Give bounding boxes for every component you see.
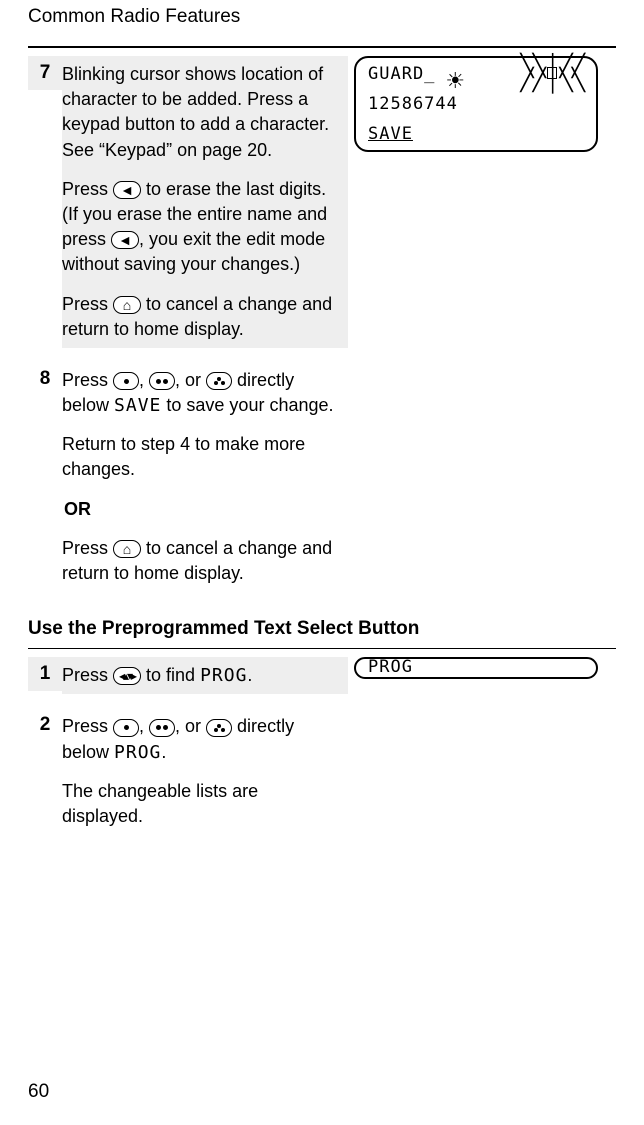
txt: Press [62,538,113,558]
step8-para1: Press , , or directly below SAVE to save… [62,368,344,418]
step-number: 1 [28,657,62,691]
txt: to save your change. [161,395,333,415]
screen-column: PROG [348,657,616,679]
txt-mono: PROG [200,665,247,686]
step-row-7: 7 Blinking cursor shows location of char… [28,48,616,354]
page-number: 60 [28,1081,616,1125]
two-dot-key-icon [149,372,175,390]
txt: . [247,665,252,685]
step-number: 2 [28,708,62,742]
lcd-label: GUARD_ [368,66,435,84]
sub2-para1: Press , , or directly below PROG. [62,714,344,764]
txt: Press [62,370,113,390]
signal-icon: ☀ [445,73,465,77]
step-row-8: 8 Press , , or directly below SAVE to sa… [28,354,616,598]
step-text: Press ◂▴▾▸ to find PROG. [62,657,348,694]
txt: , [139,370,149,390]
substep-row-1: 1 Press ◂▴▾▸ to find PROG. PROG [28,649,616,700]
step-text: Blinking cursor shows location of charac… [62,56,348,348]
txt: . [161,742,166,762]
back-arrow-key-icon: ◄ [111,231,139,249]
two-dot-key-icon [149,719,175,737]
txt-mono: PROG [114,742,161,763]
running-header: Common Radio Features [28,0,616,28]
lcd-label: PROG [368,657,413,677]
step-text: Press , , or directly below PROG. The ch… [62,708,348,835]
lcd-line2: 12586744 [368,94,584,116]
section-title: Use the Preprogrammed Text Select Button [28,598,616,648]
step-text: Press , , or directly below SAVE to save… [62,362,348,592]
back-arrow-key-icon: ◄ [113,181,141,199]
step-number: 7 [28,56,62,90]
lcd-line3: SAVE [368,124,584,146]
step7-para2: Press ◄ to erase the last digits. (If yo… [62,177,344,278]
one-dot-key-icon [113,719,139,737]
step7-para1: Blinking cursor shows location of charac… [62,62,344,163]
three-dot-key-icon [206,372,232,390]
one-dot-key-icon [113,372,139,390]
step8-or: OR [62,497,344,522]
three-dot-key-icon [206,719,232,737]
txt: Press [62,294,113,314]
txt: Press [62,665,113,685]
txt-mono: SAVE [114,395,161,416]
lcd-action: SAVE [368,126,413,144]
page: Common Radio Features 7 Blinking cursor … [0,0,644,1125]
lcd-line1: GUARD_ ☀ ╲╲│╱╱ ╱╱│╲╲ [368,64,584,86]
home-key-icon: ⌂ [113,540,141,558]
step7-para3: Press ⌂ to cancel a change and return to… [62,292,344,342]
nav-key-icon: ◂▴▾▸ [113,667,141,685]
screen-column: GUARD_ ☀ ╲╲│╱╱ ╱╱│╲╲ 12586744 SAVE [348,56,616,152]
step-number: 8 [28,362,62,396]
battery-icon: ╲╲│╱╱ ╱╱│╲╲ [520,65,584,81]
step8-para2: Return to step 4 to make more changes. [62,432,344,482]
txt: Press [62,179,113,199]
sub2-para2: The changeable lists are displayed. [62,779,344,829]
lcd-digits: 12586744 [368,96,458,114]
step8-para3: Press ⌂ to cancel a change and return to… [62,536,344,586]
home-key-icon: ⌂ [113,296,141,314]
txt: Press [62,716,113,736]
lcd-screen: GUARD_ ☀ ╲╲│╱╱ ╱╱│╲╲ 12586744 SAVE [354,56,598,152]
substep-row-2: 2 Press , , or directly below PROG. The … [28,700,616,841]
sub1-para: Press ◂▴▾▸ to find PROG. [62,663,344,688]
txt: , [139,716,149,736]
txt: , or [175,370,206,390]
txt: , or [175,716,206,736]
txt: to find [141,665,200,685]
lcd-screen-small: PROG [354,657,598,679]
